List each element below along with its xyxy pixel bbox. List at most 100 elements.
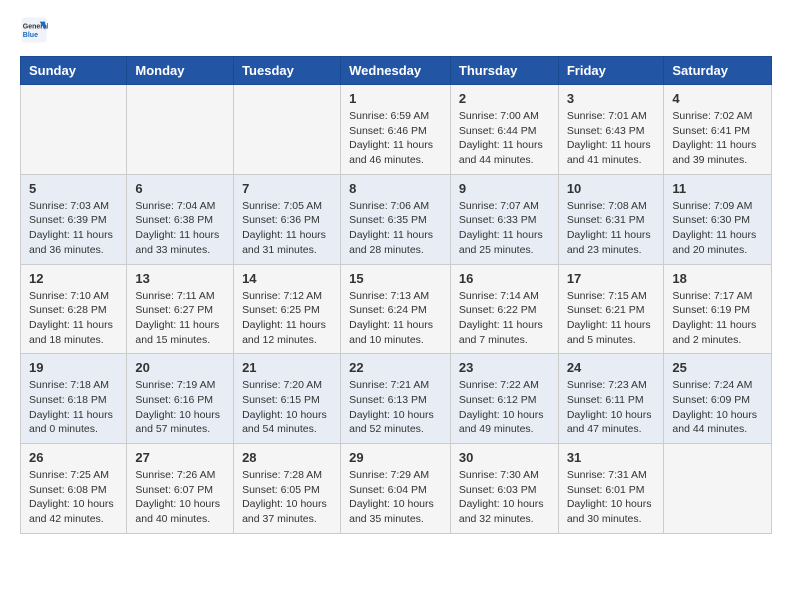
calendar-cell: 4 Sunrise: 7:02 AM Sunset: 6:41 PM Daylig… [664, 85, 772, 175]
day-info: Sunrise: 7:21 AM Sunset: 6:13 PM Dayligh… [349, 378, 442, 437]
weekday-header: Tuesday [234, 57, 341, 85]
day-info: Sunrise: 7:22 AM Sunset: 6:12 PM Dayligh… [459, 378, 550, 437]
day-info: Sunrise: 7:25 AM Sunset: 6:08 PM Dayligh… [29, 468, 118, 527]
calendar-cell: 22 Sunrise: 7:21 AM Sunset: 6:13 PM Dayli… [341, 354, 451, 444]
calendar-cell: 21 Sunrise: 7:20 AM Sunset: 6:15 PM Dayli… [234, 354, 341, 444]
day-info: Sunrise: 7:18 AM Sunset: 6:18 PM Dayligh… [29, 378, 118, 437]
calendar-cell: 25 Sunrise: 7:24 AM Sunset: 6:09 PM Dayli… [664, 354, 772, 444]
day-info: Sunrise: 7:03 AM Sunset: 6:39 PM Dayligh… [29, 199, 118, 258]
calendar-cell: 30 Sunrise: 7:30 AM Sunset: 6:03 PM Dayli… [450, 444, 558, 534]
day-info: Sunrise: 7:12 AM Sunset: 6:25 PM Dayligh… [242, 289, 332, 348]
day-number: 13 [135, 271, 225, 286]
calendar-week-row: 5 Sunrise: 7:03 AM Sunset: 6:39 PM Daylig… [21, 174, 772, 264]
day-info: Sunrise: 7:24 AM Sunset: 6:09 PM Dayligh… [672, 378, 763, 437]
day-info: Sunrise: 7:05 AM Sunset: 6:36 PM Dayligh… [242, 199, 332, 258]
day-info: Sunrise: 7:14 AM Sunset: 6:22 PM Dayligh… [459, 289, 550, 348]
day-number: 30 [459, 450, 550, 465]
logo: General Blue [20, 16, 52, 44]
day-info: Sunrise: 7:08 AM Sunset: 6:31 PM Dayligh… [567, 199, 656, 258]
calendar-cell: 7 Sunrise: 7:05 AM Sunset: 6:36 PM Daylig… [234, 174, 341, 264]
calendar-cell: 15 Sunrise: 7:13 AM Sunset: 6:24 PM Dayli… [341, 264, 451, 354]
day-number: 2 [459, 91, 550, 106]
calendar-cell [664, 444, 772, 534]
day-number: 22 [349, 360, 442, 375]
day-number: 14 [242, 271, 332, 286]
day-info: Sunrise: 7:02 AM Sunset: 6:41 PM Dayligh… [672, 109, 763, 168]
day-number: 5 [29, 181, 118, 196]
weekday-header: Wednesday [341, 57, 451, 85]
day-number: 21 [242, 360, 332, 375]
calendar-cell: 10 Sunrise: 7:08 AM Sunset: 6:31 PM Dayli… [558, 174, 664, 264]
day-info: Sunrise: 7:11 AM Sunset: 6:27 PM Dayligh… [135, 289, 225, 348]
day-number: 25 [672, 360, 763, 375]
calendar-week-row: 19 Sunrise: 7:18 AM Sunset: 6:18 PM Dayli… [21, 354, 772, 444]
day-number: 23 [459, 360, 550, 375]
day-info: Sunrise: 7:20 AM Sunset: 6:15 PM Dayligh… [242, 378, 332, 437]
calendar-week-row: 12 Sunrise: 7:10 AM Sunset: 6:28 PM Dayli… [21, 264, 772, 354]
calendar-cell: 13 Sunrise: 7:11 AM Sunset: 6:27 PM Dayli… [127, 264, 234, 354]
calendar-cell: 19 Sunrise: 7:18 AM Sunset: 6:18 PM Dayli… [21, 354, 127, 444]
day-number: 26 [29, 450, 118, 465]
day-number: 6 [135, 181, 225, 196]
weekday-header: Saturday [664, 57, 772, 85]
calendar-cell: 23 Sunrise: 7:22 AM Sunset: 6:12 PM Dayli… [450, 354, 558, 444]
day-info: Sunrise: 7:26 AM Sunset: 6:07 PM Dayligh… [135, 468, 225, 527]
day-number: 28 [242, 450, 332, 465]
calendar-cell: 8 Sunrise: 7:06 AM Sunset: 6:35 PM Daylig… [341, 174, 451, 264]
calendar-cell: 20Sunrise: 7:19 AM Sunset: 6:16 PM Dayli… [127, 354, 234, 444]
day-number: 27 [135, 450, 225, 465]
day-info: Sunrise: 7:29 AM Sunset: 6:04 PM Dayligh… [349, 468, 442, 527]
weekday-header-row: SundayMondayTuesdayWednesdayThursdayFrid… [21, 57, 772, 85]
calendar-cell: 31 Sunrise: 7:31 AM Sunset: 6:01 PM Dayli… [558, 444, 664, 534]
day-number: 7 [242, 181, 332, 196]
svg-text:Blue: Blue [23, 32, 38, 39]
calendar-cell: 24 Sunrise: 7:23 AM Sunset: 6:11 PM Dayli… [558, 354, 664, 444]
day-number: 3 [567, 91, 656, 106]
day-info: Sunrise: 7:30 AM Sunset: 6:03 PM Dayligh… [459, 468, 550, 527]
day-info: Sunrise: 7:01 AM Sunset: 6:43 PM Dayligh… [567, 109, 656, 168]
weekday-header: Sunday [21, 57, 127, 85]
calendar-cell [234, 85, 341, 175]
day-info: Sunrise: 7:04 AM Sunset: 6:38 PM Dayligh… [135, 199, 225, 258]
day-info: Sunrise: 7:17 AM Sunset: 6:19 PM Dayligh… [672, 289, 763, 348]
day-number: 15 [349, 271, 442, 286]
day-number: 8 [349, 181, 442, 196]
page-header: General Blue [20, 16, 772, 44]
calendar-cell: 5 Sunrise: 7:03 AM Sunset: 6:39 PM Daylig… [21, 174, 127, 264]
day-info: Sunrise: 7:23 AM Sunset: 6:11 PM Dayligh… [567, 378, 656, 437]
day-number: 9 [459, 181, 550, 196]
day-info: Sunrise: 7:00 AM Sunset: 6:44 PM Dayligh… [459, 109, 550, 168]
day-info: Sunrise: 6:59 AM Sunset: 6:46 PM Dayligh… [349, 109, 442, 168]
day-number: 24 [567, 360, 656, 375]
calendar-cell: 29 Sunrise: 7:29 AM Sunset: 6:04 PM Dayli… [341, 444, 451, 534]
day-number: 31 [567, 450, 656, 465]
day-number: 12 [29, 271, 118, 286]
weekday-header: Monday [127, 57, 234, 85]
day-number: 18 [672, 271, 763, 286]
day-number: 29 [349, 450, 442, 465]
day-info: Sunrise: 7:28 AM Sunset: 6:05 PM Dayligh… [242, 468, 332, 527]
day-info: Sunrise: 7:15 AM Sunset: 6:21 PM Dayligh… [567, 289, 656, 348]
day-number: 19 [29, 360, 118, 375]
calendar-table: SundayMondayTuesdayWednesdayThursdayFrid… [20, 56, 772, 534]
calendar-cell: 16Sunrise: 7:14 AM Sunset: 6:22 PM Dayli… [450, 264, 558, 354]
day-number: 4 [672, 91, 763, 106]
calendar-cell: 14 Sunrise: 7:12 AM Sunset: 6:25 PM Dayli… [234, 264, 341, 354]
day-number: 10 [567, 181, 656, 196]
calendar-cell: 27 Sunrise: 7:26 AM Sunset: 6:07 PM Dayli… [127, 444, 234, 534]
day-info: Sunrise: 7:13 AM Sunset: 6:24 PM Dayligh… [349, 289, 442, 348]
calendar-cell: 11Sunrise: 7:09 AM Sunset: 6:30 PM Dayli… [664, 174, 772, 264]
calendar-cell: 2 Sunrise: 7:00 AM Sunset: 6:44 PM Daylig… [450, 85, 558, 175]
calendar-cell: 18 Sunrise: 7:17 AM Sunset: 6:19 PM Dayli… [664, 264, 772, 354]
day-info: Sunrise: 7:31 AM Sunset: 6:01 PM Dayligh… [567, 468, 656, 527]
day-info: Sunrise: 7:10 AM Sunset: 6:28 PM Dayligh… [29, 289, 118, 348]
calendar-week-row: 1Sunrise: 6:59 AM Sunset: 6:46 PM Daylig… [21, 85, 772, 175]
calendar-cell: 3 Sunrise: 7:01 AM Sunset: 6:43 PM Daylig… [558, 85, 664, 175]
calendar-cell: 1Sunrise: 6:59 AM Sunset: 6:46 PM Daylig… [341, 85, 451, 175]
calendar-cell: 9Sunrise: 7:07 AM Sunset: 6:33 PM Daylig… [450, 174, 558, 264]
day-info: Sunrise: 7:06 AM Sunset: 6:35 PM Dayligh… [349, 199, 442, 258]
weekday-header: Thursday [450, 57, 558, 85]
calendar-week-row: 26 Sunrise: 7:25 AM Sunset: 6:08 PM Dayli… [21, 444, 772, 534]
calendar-cell [127, 85, 234, 175]
day-number: 17 [567, 271, 656, 286]
